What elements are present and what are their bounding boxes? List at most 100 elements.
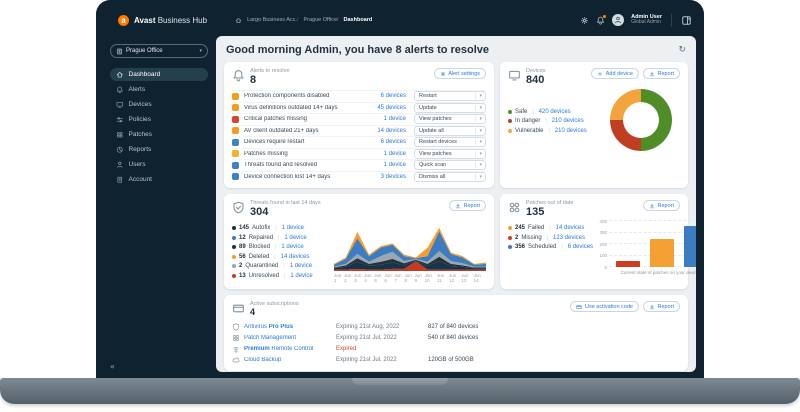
alert-devices-link[interactable]: 1 device [352, 162, 406, 168]
sidebar-item[interactable]: Patches | [110, 128, 208, 141]
legend-value-link[interactable]: 1 device [290, 263, 312, 269]
alert-devices-link[interactable]: 1 device [352, 116, 406, 122]
breadcrumb-item[interactable]: Prague Office [297, 17, 337, 23]
bar-scheduled [684, 226, 696, 268]
sidebar-item[interactable]: Alerts | NEW [110, 83, 208, 96]
subscription-name-link[interactable]: Antivirus Pro Plus [244, 324, 336, 330]
subscription-name-link[interactable]: Patch Management [244, 335, 336, 341]
breadcrumb-item[interactable]: Largo Business Acc. [247, 17, 297, 23]
user-menu[interactable]: Admin User Global Admin [631, 14, 662, 26]
legend-label: Unresolved [248, 272, 280, 279]
alert-action-select[interactable]: Update ▾ [414, 102, 486, 113]
legend-value-link[interactable]: 14 devices [556, 225, 585, 231]
monitor-icon [508, 69, 521, 82]
sidebar-item-icon [116, 116, 124, 124]
legend-dot [508, 119, 512, 124]
add-device-button[interactable]: Add device [591, 68, 639, 79]
x-tick-label: Jun 13 [461, 273, 469, 284]
subscription-icon [232, 334, 240, 342]
alert-action-select[interactable]: Restart ▾ [414, 91, 486, 102]
legend-value-link[interactable]: 420 devices [539, 109, 571, 115]
legend-dot [232, 245, 236, 250]
brand-rest: Business Hub [155, 15, 208, 25]
legend-count: 56 [239, 253, 246, 260]
report-button[interactable]: Report [448, 200, 486, 212]
subscription-name-link[interactable]: Cloud Backup [244, 357, 336, 363]
report-button[interactable]: Report [642, 68, 680, 79]
alert-label: Virus definitions outdated 14+ days [244, 104, 338, 111]
alert-label: Devices require restart [244, 139, 305, 146]
x-tick-label: Jun 1 [334, 273, 342, 284]
alert-action-select[interactable]: Dismiss all ▾ [414, 171, 486, 182]
legend-value-link[interactable]: 210 devices [552, 118, 584, 124]
help-panel-icon[interactable] [681, 15, 692, 26]
legend-value-link[interactable]: 1 device [284, 235, 306, 241]
sidebar-item[interactable]: Account | [110, 173, 208, 186]
sidebar-collapse-button[interactable]: « [110, 363, 115, 371]
sidebar-item-icon [116, 71, 124, 79]
alert-devices-link[interactable]: 14 devices [352, 128, 406, 134]
sidebar-item-label: Alerts [128, 86, 146, 93]
alert-action-select[interactable]: Update all ▾ [414, 125, 486, 136]
refresh-icon[interactable]: ↻ [678, 45, 686, 55]
alert-devices-link[interactable]: 45 devices [352, 105, 406, 111]
devices-donut-chart [610, 89, 672, 152]
divider [273, 244, 278, 250]
alert-row: AV client outdated 21+ days 14 devices U… [232, 124, 486, 137]
x-tick-label: Jun 3 [354, 273, 362, 284]
alert-devices-link[interactable]: 6 devices [352, 139, 406, 145]
sidebar-item[interactable]: Users | [110, 158, 208, 171]
x-tick-label: Jun 11 [436, 273, 445, 284]
legend-dot [232, 273, 236, 278]
legend-value-link[interactable]: 1 device [290, 273, 312, 279]
alert-devices-link[interactable]: 3 devices [352, 174, 406, 180]
gear-icon[interactable] [580, 16, 589, 25]
use-activation-code-button[interactable]: Use activation code [570, 301, 639, 313]
alert-row: Threats found and resolved 1 device Quic… [232, 159, 486, 171]
notifications-bell[interactable] [596, 14, 607, 25]
name-part-bold: Pro Plus [268, 323, 294, 330]
legend-value-link[interactable]: 210 devices [555, 128, 587, 134]
chevron-down-icon: ▾ [475, 93, 485, 100]
alert-action-select[interactable]: Quick scan ▾ [414, 160, 486, 171]
sidebar-item[interactable]: Reports | [110, 143, 208, 156]
report-button[interactable]: Report [642, 301, 680, 313]
legend-count: 13 [239, 272, 246, 279]
subscription-usage: 540 of 840 devices [428, 334, 479, 341]
sidebar-item[interactable]: Policies | [110, 113, 208, 126]
alert-action-select[interactable]: View patches ▾ [414, 148, 486, 159]
alert-settings-button[interactable]: Alert settings [433, 68, 486, 79]
legend-value-link[interactable]: 14 devices [281, 254, 310, 260]
legend-value-link[interactable]: 123 devices [553, 235, 585, 241]
alert-row: Critical patches missing 1 device View p… [232, 113, 486, 125]
alert-row: Protection components disabled 6 devices… [232, 90, 486, 102]
org-selector[interactable]: Prague Office ▾ [110, 44, 208, 58]
threats-legend: 145 Autofix 1 device 12 Repaired [232, 223, 326, 283]
laptop-base [0, 378, 800, 404]
alert-severity-icon [232, 161, 239, 169]
alert-devices-link[interactable]: 1 device [352, 151, 406, 157]
sidebar-item-label: Patches [128, 131, 153, 138]
sidebar-item[interactable]: Dashboard | [110, 68, 208, 81]
legend-value-link[interactable]: 1 device [282, 225, 304, 231]
legend-label: Repaired [248, 234, 274, 241]
alert-severity-icon [232, 104, 239, 112]
subscription-name-link[interactable]: Premium Remote Control [244, 346, 336, 352]
alert-action-select[interactable]: Restart devices ▾ [414, 137, 486, 148]
home-icon [235, 17, 242, 24]
legend-item: 2 Quarantined 1 device [232, 261, 326, 271]
legend-value-link[interactable]: 6 devices [568, 244, 593, 250]
alert-action-select[interactable]: View patches ▾ [414, 114, 486, 125]
devices-card: Devices 840 Add device Report Safe | 420… [500, 62, 688, 189]
breadcrumb-item[interactable]: Dashboard [337, 17, 372, 23]
legend-item: 89 Blocked 1 device [232, 242, 326, 252]
alert-action-label: Restart [419, 93, 437, 100]
report-button[interactable]: Report [642, 200, 680, 212]
avatar[interactable] [612, 14, 625, 26]
alert-devices-link[interactable]: 6 devices [352, 93, 406, 99]
legend-item: 56 Deleted 14 devices [232, 252, 326, 262]
legend-value-link[interactable]: 1 device [281, 244, 303, 250]
sidebar-menu: Dashboard | Alerts | NEW Devices [110, 68, 208, 186]
sidebar-item[interactable]: Devices | [110, 98, 208, 111]
divider [547, 225, 552, 231]
